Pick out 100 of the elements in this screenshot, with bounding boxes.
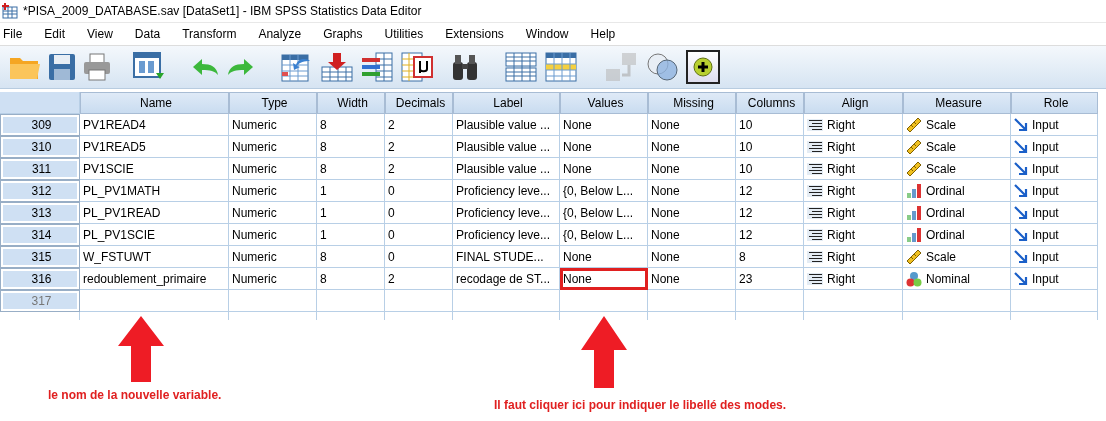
arrow-icon [1014, 117, 1028, 132]
column-header[interactable]: Missing [648, 92, 736, 114]
table-cell: Input [1011, 202, 1098, 224]
row-number[interactable]: 311 [0, 158, 80, 180]
table-cell[interactable] [1011, 290, 1098, 312]
table-cell: 2 [385, 268, 453, 290]
menu-item[interactable]: View [84, 27, 123, 41]
stacked-grid-icon[interactable] [504, 51, 538, 83]
table-cell: 23 [736, 268, 804, 290]
table-cell: None [560, 158, 648, 180]
table-cell: Scale [903, 158, 1011, 180]
menu-item[interactable]: Transform [179, 27, 247, 41]
arrow-icon [1014, 249, 1028, 264]
column-header[interactable]: Type [229, 92, 317, 114]
table-cell: 0 [385, 202, 453, 224]
menu-item[interactable]: Help [587, 27, 626, 41]
column-header[interactable]: Width [317, 92, 385, 114]
column-header[interactable]: Columns [736, 92, 804, 114]
table-cell[interactable] [736, 290, 804, 312]
column-header[interactable]: Name [80, 92, 229, 114]
table-cell: Proficiency leve... [453, 202, 560, 224]
row-number[interactable]: 310 [0, 136, 80, 158]
column-header[interactable]: Label [453, 92, 560, 114]
table-cell: 8 [317, 268, 385, 290]
grid-down-arrow-icon[interactable] [320, 51, 354, 83]
table-cell: 10 [736, 158, 804, 180]
table-cell: 1 [317, 202, 385, 224]
menu-item[interactable]: Utilities [381, 27, 434, 41]
window-title: *PISA_2009_DATABASE.sav [DataSet1] - IBM SPSS Statistics Data Editor [23, 4, 422, 18]
align-right-icon [807, 162, 823, 175]
menu-item[interactable]: Analyze [255, 27, 312, 41]
table-cell: Numeric [229, 202, 317, 224]
floppy-icon[interactable] [48, 52, 76, 82]
column-header[interactable]: Align [804, 92, 903, 114]
table-cell: Numeric [229, 114, 317, 136]
column-header[interactable]: Decimals [385, 92, 453, 114]
annotation-text: le nom de la nouvelle variable. [48, 388, 222, 402]
colored-bars-grid-icon[interactable] [360, 51, 394, 83]
arrow-icon [1014, 183, 1028, 198]
up-arrow [581, 316, 627, 388]
table-cell: None [648, 202, 736, 224]
row-number[interactable]: 316 [0, 268, 80, 290]
table-cell: None [560, 268, 648, 290]
table-cell[interactable] [560, 290, 648, 312]
table-cell: 1 [317, 180, 385, 202]
table-cell[interactable] [80, 290, 229, 312]
row-number[interactable]: 312 [0, 180, 80, 202]
row-number[interactable]: 313 [0, 202, 80, 224]
table-cell: None [560, 114, 648, 136]
table-cell: PV1READ5 [80, 136, 229, 158]
table-cell: recodage de ST... [453, 268, 560, 290]
table-cell: 10 [736, 136, 804, 158]
column-header[interactable]: Values [560, 92, 648, 114]
menu-item[interactable]: Data [131, 27, 171, 41]
table-cell: {0, Below L... [560, 180, 648, 202]
app-icon [2, 3, 18, 19]
column-header[interactable]: Role [1011, 92, 1098, 114]
table-cell: FINAL STUDE... [453, 246, 560, 268]
table-cell: Plausible value ... [453, 114, 560, 136]
table-cell: Input [1011, 268, 1098, 290]
menu-item[interactable]: Graphs [320, 27, 373, 41]
printer-icon[interactable] [82, 52, 112, 82]
table-cell: W_FSTUWT [80, 246, 229, 268]
menu-item[interactable]: Extensions [442, 27, 514, 41]
table-cell[interactable] [229, 290, 317, 312]
mu-grid-icon[interactable] [400, 51, 434, 83]
table-cell: 0 [385, 180, 453, 202]
table-cell: 1 [317, 224, 385, 246]
row-number[interactable]: 309 [0, 114, 80, 136]
menu-item[interactable]: Window [522, 27, 579, 41]
table-cell: None [560, 136, 648, 158]
arrow-icon [1014, 161, 1028, 176]
table-cell: None [648, 246, 736, 268]
table-cell[interactable] [903, 290, 1011, 312]
table-cell: Numeric [229, 158, 317, 180]
highlighted-grid-icon[interactable] [544, 51, 578, 83]
menu-item[interactable]: File [0, 27, 33, 41]
table-cell[interactable] [385, 290, 453, 312]
arrow-icon [1014, 205, 1028, 220]
table-cell[interactable] [648, 290, 736, 312]
table-cell: PL_PV1SCIE [80, 224, 229, 246]
table-cell: Right [804, 268, 903, 290]
row-number[interactable]: 314 [0, 224, 80, 246]
table-cell: Plausible value ... [453, 136, 560, 158]
table-cell: Right [804, 180, 903, 202]
table-cell: Numeric [229, 136, 317, 158]
table-cell[interactable] [453, 290, 560, 312]
arrow-icon [1014, 271, 1028, 286]
plus-button[interactable] [686, 50, 720, 84]
menu-item[interactable]: Edit [41, 27, 76, 41]
table-cell[interactable] [317, 290, 385, 312]
circles-icon[interactable] [646, 51, 680, 83]
table-cell[interactable] [804, 290, 903, 312]
binoculars-icon[interactable] [450, 52, 480, 82]
table-cell: Input [1011, 158, 1098, 180]
table-cell: Numeric [229, 224, 317, 246]
column-header[interactable]: Measure [903, 92, 1011, 114]
up-arrow [118, 316, 164, 382]
table-cell: 8 [317, 246, 385, 268]
row-number[interactable]: 315 [0, 246, 80, 268]
